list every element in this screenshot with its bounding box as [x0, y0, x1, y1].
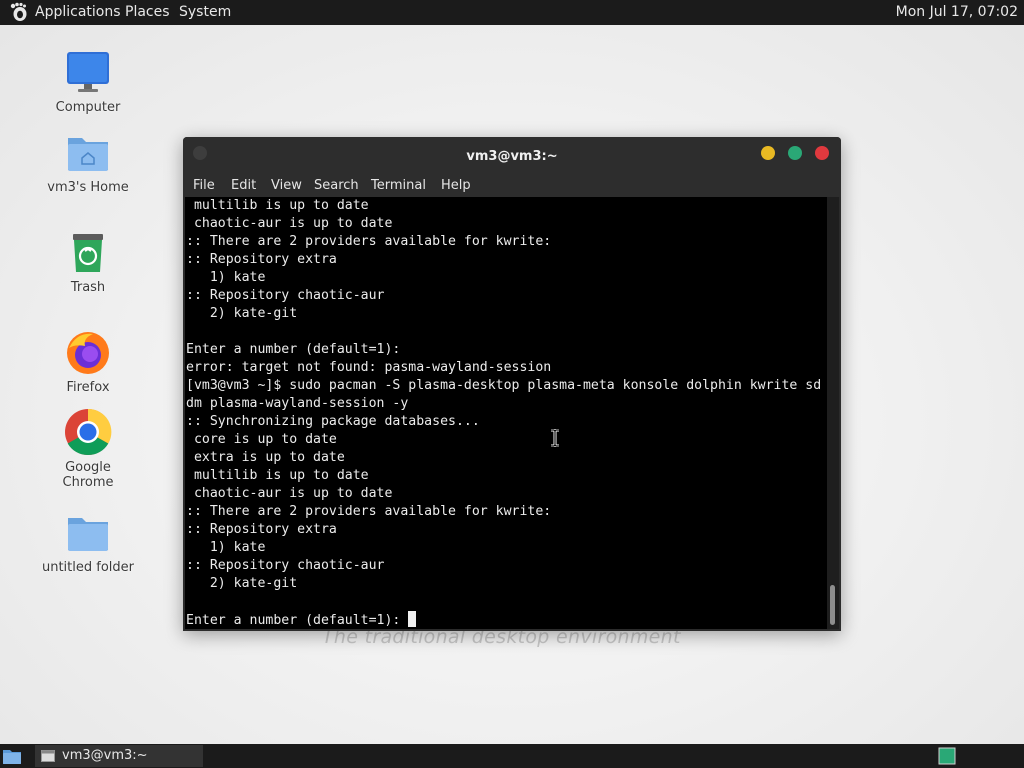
ibeam-cursor-icon	[551, 429, 559, 447]
terminal-text: multilib is up to date chaotic-aur is up…	[186, 197, 821, 629]
taskbar-item-terminal[interactable]: vm3@vm3:~	[35, 745, 203, 767]
system-menu[interactable]: System	[179, 0, 231, 25]
trash-icon	[73, 234, 103, 272]
folder-icon	[68, 518, 108, 551]
desktop-icon-label: Google Chrome	[62, 460, 114, 490]
menu-help[interactable]: Help	[441, 175, 471, 197]
scrollbar[interactable]	[827, 197, 839, 629]
maximize-button[interactable]	[788, 146, 802, 160]
desktop-icon-firefox[interactable]: Firefox	[38, 330, 138, 395]
home-folder-icon	[68, 138, 108, 171]
desktop-icon-home[interactable]: vm3's Home	[38, 130, 138, 195]
terminal-window-icon	[41, 750, 55, 762]
desktop-icon-computer[interactable]: Computer	[38, 50, 138, 115]
taskbar-item-label: vm3@vm3:~	[62, 748, 148, 763]
close-button[interactable]	[815, 146, 829, 160]
desktop-icon-label: vm3's Home	[47, 180, 129, 195]
menu-view[interactable]: View	[271, 175, 302, 197]
chrome-icon	[65, 408, 112, 456]
top-panel: Applications Places System Mon Jul 17, 0…	[0, 0, 1024, 25]
terminal-menubar: File Edit View Search Terminal Help	[183, 175, 841, 197]
firefox-icon	[67, 332, 109, 374]
desktop-icon-label: untitled folder	[41, 560, 134, 575]
desktop-icon-label: Trash	[70, 280, 106, 295]
minimize-button[interactable]	[761, 146, 775, 160]
clock[interactable]: Mon Jul 17, 07:02	[896, 0, 1018, 25]
gnome-foot-icon[interactable]	[9, 2, 29, 22]
menu-search[interactable]: Search	[314, 175, 359, 197]
desktop-icon-chrome[interactable]: Google Chrome	[38, 408, 138, 490]
monitor-icon	[67, 52, 109, 92]
bottom-panel: vm3@vm3:~	[0, 744, 1024, 768]
text-cursor	[408, 611, 417, 627]
terminal-output[interactable]: multilib is up to date chaotic-aur is up…	[185, 197, 827, 629]
menu-terminal[interactable]: Terminal	[371, 175, 426, 197]
desktop-icon-label: Firefox	[66, 380, 110, 395]
terminal-prompt: Enter a number (default=1):	[186, 613, 409, 628]
desktop-icon-trash[interactable]: Trash	[38, 230, 138, 295]
window-title: vm3@vm3:~	[466, 149, 558, 164]
places-menu[interactable]: Places	[125, 0, 170, 25]
workspace-switcher-icon[interactable]	[938, 747, 956, 765]
applications-menu[interactable]: Applications	[35, 0, 121, 25]
desktop-icon-untitled-folder[interactable]: untitled folder	[38, 510, 138, 575]
terminal-window[interactable]: vm3@vm3:~ File Edit View Search Terminal…	[183, 137, 841, 631]
scrollbar-thumb[interactable]	[830, 585, 835, 625]
menu-file[interactable]: File	[193, 175, 215, 197]
menu-edit[interactable]: Edit	[231, 175, 256, 197]
terminal-lines: multilib is up to date chaotic-aur is up…	[186, 198, 822, 591]
desktop-icon-label: Computer	[55, 100, 121, 115]
show-desktop-icon[interactable]	[2, 747, 22, 765]
window-titlebar[interactable]: vm3@vm3:~	[183, 137, 841, 175]
